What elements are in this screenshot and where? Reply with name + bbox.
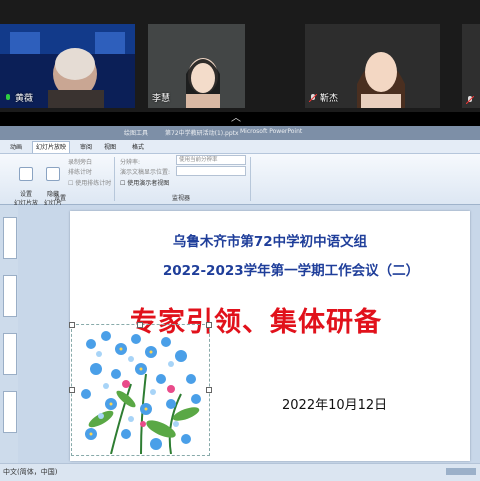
- slideshow-setup-icon: [19, 167, 33, 181]
- presenter-view-checkbox[interactable]: ☐ 使用演示者视图: [120, 178, 169, 187]
- tab-slideshow[interactable]: 幻灯片放映: [32, 141, 71, 153]
- mic-muted-icon: [465, 95, 475, 105]
- slide-title-line-1[interactable]: 乌鲁木齐市第72中学初中语文组: [0, 230, 480, 250]
- rehearse-timings-button[interactable]: 排练计时: [68, 167, 92, 176]
- group-separator: [114, 157, 115, 201]
- participant-tile[interactable]: [462, 24, 480, 108]
- resize-handle[interactable]: [206, 322, 212, 328]
- show-on-label: 演示文稿显示位置:: [120, 169, 171, 176]
- participant-label: 靳杰: [320, 94, 339, 104]
- resize-handle[interactable]: [137, 322, 143, 328]
- tab-review[interactable]: 审阅: [80, 142, 92, 151]
- participant-label: 黄薇: [15, 94, 34, 104]
- document-title: 第72中学教研活动(1).pptx: [165, 130, 239, 137]
- slide-title-line-2[interactable]: 2022-2023学年第一学期工作会议（二）: [0, 259, 480, 279]
- chevron-up-icon[interactable]: ︿: [231, 109, 241, 124]
- slide-thumbnail[interactable]: [3, 333, 17, 375]
- zoom-slider[interactable]: [446, 468, 476, 475]
- video-strip: 黄薇 李慧 靳杰: [0, 0, 480, 112]
- slide-thumbnail[interactable]: [3, 391, 17, 433]
- mic-muted-icon: [308, 93, 318, 102]
- record-narration-button[interactable]: 录制旁白: [68, 157, 92, 166]
- group-separator: [250, 157, 251, 201]
- status-bar: 中文(简体，中国): [0, 463, 480, 481]
- show-on-dropdown[interactable]: [176, 166, 246, 176]
- resolution-label: 分辨率:: [120, 159, 141, 166]
- slide-date[interactable]: 2022年10月12日: [282, 394, 387, 413]
- monitor-group-label: 监视器: [172, 195, 191, 202]
- use-timings-checkbox[interactable]: ☐ 使用排练计时: [68, 178, 111, 187]
- resize-handle[interactable]: [69, 387, 75, 393]
- slide-thumbnail[interactable]: [3, 275, 17, 317]
- language-status: 中文(简体，中国): [3, 468, 58, 476]
- setup-group-label: 设置: [54, 195, 67, 202]
- participant-name: [465, 95, 475, 105]
- participant-name: 靳杰: [308, 91, 339, 104]
- contextual-tab-label: 绘图工具: [124, 130, 149, 137]
- resize-handle[interactable]: [69, 322, 75, 328]
- participant-name: 黄薇: [4, 91, 33, 104]
- participant-name: 李慧: [152, 91, 170, 104]
- ribbon: 设置 幻灯片放映 隐藏 幻灯片 录制旁白 排练计时 ☐ 使用排练计时 设置 分辨…: [0, 154, 480, 216]
- tab-format[interactable]: 格式: [132, 142, 144, 151]
- use-timings-label: 使用排练计时: [75, 180, 112, 187]
- title-bar: 绘图工具 第72中学教研活动(1).pptx Microsoft PowerPo…: [0, 126, 480, 140]
- participant-tile[interactable]: 靳杰: [305, 24, 440, 108]
- participant-tile[interactable]: 李慧: [148, 24, 245, 108]
- presenter-view-label: 使用演示者视图: [127, 180, 170, 187]
- selection-frame: [69, 322, 212, 456]
- tab-animations[interactable]: 动画: [10, 142, 22, 151]
- mic-on-icon: [4, 93, 12, 102]
- app-title: Microsoft PowerPoint: [240, 128, 303, 135]
- ribbon-tabs: 动画 幻灯片放映 审阅 视图 格式: [0, 140, 480, 154]
- participant-tile[interactable]: 黄薇: [0, 24, 135, 108]
- resolution-dropdown[interactable]: 使用当前分辨率: [176, 155, 246, 165]
- tab-view[interactable]: 视图: [104, 142, 116, 151]
- hide-slide-icon: [46, 167, 60, 181]
- participant-label: 李慧: [152, 94, 171, 104]
- resize-handle[interactable]: [206, 387, 212, 393]
